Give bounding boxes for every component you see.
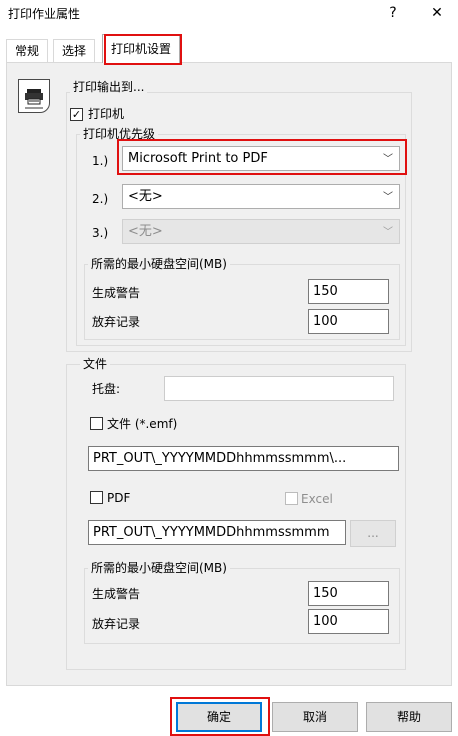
window-title: 打印作业属性 bbox=[8, 7, 81, 21]
tab-printer-settings[interactable]: 打印机设置 bbox=[102, 34, 180, 63]
warn-input-2[interactable]: 150 bbox=[308, 581, 389, 606]
browse-button[interactable]: ... bbox=[350, 520, 396, 547]
file-heading: 文件 bbox=[80, 357, 111, 371]
close-button[interactable]: ✕ bbox=[426, 3, 448, 23]
printer-priority-1-select[interactable]: Microsoft Print to PDF ﹀ bbox=[122, 146, 400, 171]
abort-input-1[interactable]: 100 bbox=[308, 309, 389, 334]
abort-label-2: 放弃记录 bbox=[92, 617, 141, 631]
printer-priority-2-value: <无> bbox=[128, 189, 163, 204]
output-heading: 打印输出到... bbox=[70, 80, 148, 94]
printer-priority-2-select[interactable]: <无> ﹀ bbox=[122, 184, 400, 209]
ok-button[interactable]: 确定 bbox=[176, 702, 262, 732]
warn-label-1: 生成警告 bbox=[92, 286, 141, 300]
excel-checkbox[interactable] bbox=[285, 492, 298, 505]
printer-checkbox[interactable]: ✓ bbox=[70, 108, 83, 121]
printer-priority-3-value: <无> bbox=[128, 224, 163, 239]
chevron-down-icon: ﹀ bbox=[383, 192, 393, 203]
abort-label-1: 放弃记录 bbox=[92, 315, 141, 329]
help-dialog-button[interactable]: 帮助 bbox=[366, 702, 452, 732]
pdf-checkbox-label: PDF bbox=[107, 491, 131, 505]
disk-space-heading-1: 所需的最小硬盘空间(MB) bbox=[88, 257, 230, 271]
chevron-down-icon: ﹀ bbox=[383, 154, 393, 165]
pdf-checkbox[interactable] bbox=[90, 491, 103, 504]
abort-input-2[interactable]: 100 bbox=[308, 609, 389, 634]
emf-path-input[interactable]: PRT_OUT\_YYYYMMDDhhmmssmmm\... bbox=[88, 446, 399, 471]
printer-priority-3-select[interactable]: <无> ﹀ bbox=[122, 219, 400, 244]
cancel-button[interactable]: 取消 bbox=[272, 702, 358, 732]
printer-icon bbox=[18, 79, 50, 113]
priority-heading: 打印机优先级 bbox=[80, 127, 159, 141]
tray-input[interactable] bbox=[164, 376, 394, 401]
warn-input-1[interactable]: 150 bbox=[308, 279, 389, 304]
printer-priority-1-value: Microsoft Print to PDF bbox=[128, 151, 268, 166]
help-button[interactable]: ? bbox=[382, 3, 404, 23]
tab-selection[interactable]: 选择 bbox=[53, 39, 95, 62]
tray-label: 托盘: bbox=[92, 382, 121, 396]
close-icon: ✕ bbox=[431, 5, 443, 21]
pdf-path-input[interactable]: PRT_OUT\_YYYYMMDDhhmmssmmm bbox=[88, 520, 346, 545]
warn-label-2: 生成警告 bbox=[92, 587, 141, 601]
priority-1-number: 1.) bbox=[92, 154, 109, 168]
printer-checkbox-label: 打印机 bbox=[88, 107, 125, 121]
tab-general[interactable]: 常规 bbox=[6, 39, 48, 62]
emf-checkbox-label: 文件 (*.emf) bbox=[107, 417, 178, 431]
priority-2-number: 2.) bbox=[92, 192, 109, 206]
priority-3-number: 3.) bbox=[92, 226, 109, 240]
disk-space-heading-2: 所需的最小硬盘空间(MB) bbox=[88, 561, 230, 575]
emf-checkbox[interactable] bbox=[90, 417, 103, 430]
excel-checkbox-label: Excel bbox=[301, 492, 333, 506]
chevron-down-icon: ﹀ bbox=[383, 227, 393, 238]
